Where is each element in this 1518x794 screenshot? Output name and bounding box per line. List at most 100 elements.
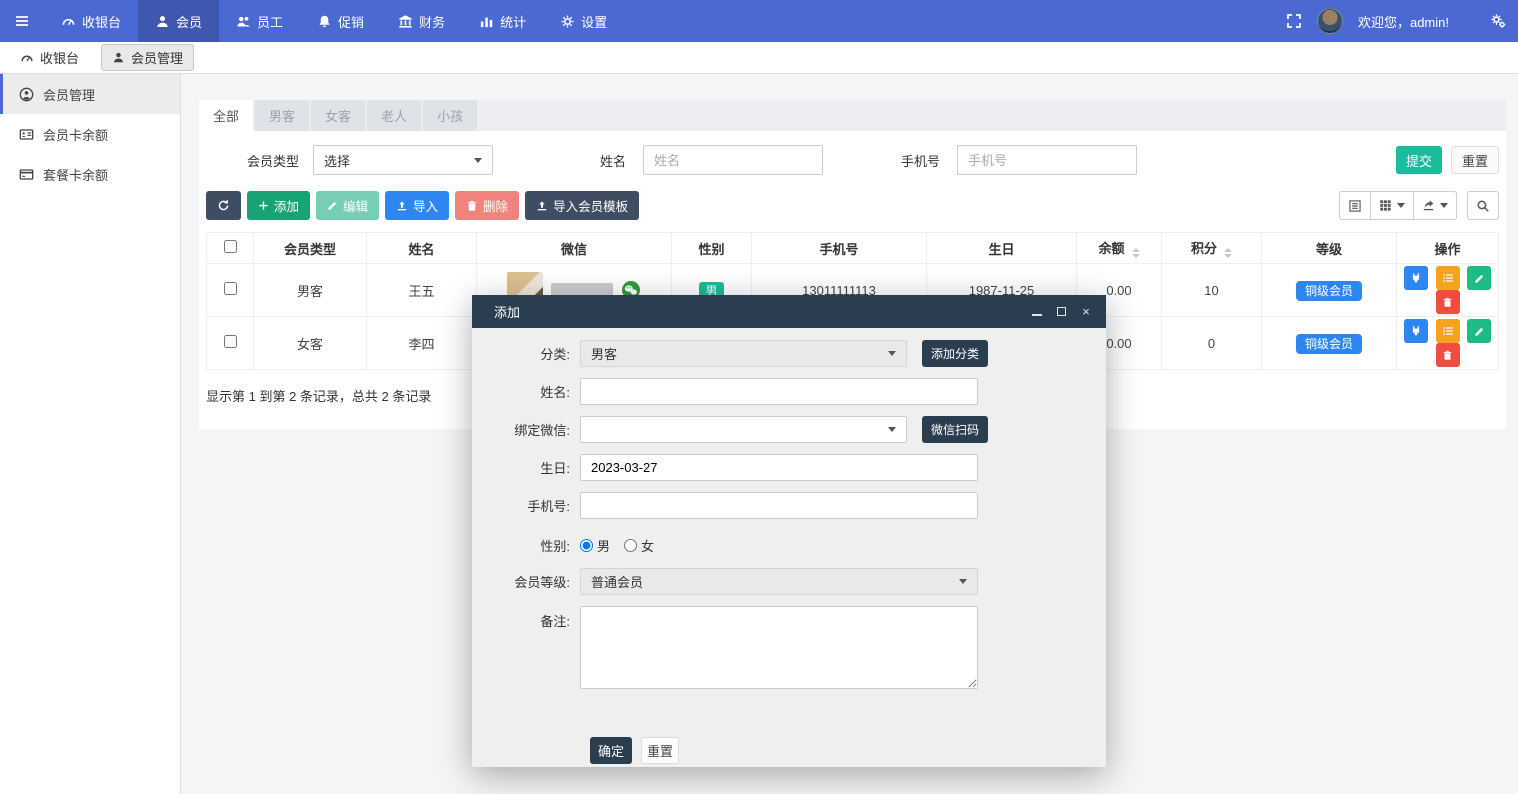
minimize-icon[interactable]: [1032, 308, 1042, 316]
confirm-button[interactable]: 确定: [590, 737, 632, 764]
gear-icon[interactable]: [1490, 13, 1506, 29]
welcome-text[interactable]: 欢迎您，admin!: [1358, 12, 1449, 31]
tab-cashier[interactable]: 收银台: [20, 48, 79, 67]
chevron-down-icon: [1397, 203, 1405, 208]
filter-form: 会员类型 选择 姓名 手机号 提交 重置: [206, 131, 1499, 175]
sidebar-item-package-card-balance[interactable]: 套餐卡余额: [0, 154, 180, 194]
row-checkbox[interactable]: [224, 282, 237, 295]
header-phone: 手机号: [752, 233, 927, 264]
plug-icon: [1410, 272, 1422, 284]
reset-button[interactable]: 重置: [1451, 146, 1499, 174]
member-tab-male[interactable]: 男客: [255, 100, 309, 131]
phone-filter-input[interactable]: [957, 145, 1137, 175]
row-checkbox[interactable]: [224, 335, 237, 348]
dialog-header[interactable]: 添加 ×: [472, 295, 1106, 328]
records-button[interactable]: [1436, 319, 1460, 343]
tab-label: 会员管理: [131, 48, 183, 67]
edit-button[interactable]: 编辑: [316, 191, 379, 220]
trash-icon: [1442, 350, 1453, 361]
nav-item-settings[interactable]: 设置: [543, 0, 624, 42]
nav-label: 统计: [500, 12, 526, 31]
header-balance[interactable]: 余额: [1077, 233, 1162, 264]
pagination-toggle-button[interactable]: [1339, 191, 1371, 220]
add-button[interactable]: 添加: [247, 191, 310, 220]
wechat-select[interactable]: [580, 416, 907, 443]
gauge-icon: [61, 14, 76, 29]
sidebar-item-label: 套餐卡余额: [43, 165, 108, 184]
plus-icon: [258, 200, 269, 211]
fullscreen-icon[interactable]: [1286, 13, 1302, 29]
import-button[interactable]: 导入: [385, 191, 449, 220]
phone-input[interactable]: [580, 492, 978, 519]
edit-row-button[interactable]: [1467, 319, 1491, 343]
chart-icon: [479, 14, 494, 29]
recharge-button[interactable]: [1404, 266, 1428, 290]
birthday-input[interactable]: [580, 454, 978, 481]
export-button[interactable]: [1414, 191, 1457, 220]
menu-toggle-button[interactable]: [0, 0, 44, 42]
member-tab-elder[interactable]: 老人: [367, 100, 421, 131]
gender-label: 性别:: [472, 536, 580, 555]
id-card-icon: [19, 127, 34, 142]
name-filter-input[interactable]: [643, 145, 823, 175]
columns-toggle-button[interactable]: [1371, 191, 1414, 220]
level-select[interactable]: 普通会员: [580, 568, 978, 595]
wechat-scan-button[interactable]: 微信扫码: [922, 416, 988, 443]
gender-female-radio[interactable]: 女: [624, 536, 654, 555]
table-toolbar: 添加 编辑 导入 删除 导入会员模板: [206, 191, 1499, 220]
sidebar-item-label: 会员管理: [43, 85, 95, 104]
nav-item-promotion[interactable]: 促销: [300, 0, 381, 42]
import-template-button[interactable]: 导入会员模板: [525, 191, 639, 220]
nav-item-cashier[interactable]: 收银台: [44, 0, 138, 42]
edit-row-button[interactable]: [1467, 266, 1491, 290]
member-tab-all[interactable]: 全部: [199, 100, 253, 131]
cell-name: 李四: [367, 317, 477, 370]
grid-icon: [1379, 199, 1392, 212]
close-icon[interactable]: ×: [1080, 306, 1092, 318]
nav-item-statistics[interactable]: 统计: [462, 0, 543, 42]
select-value: 男客: [591, 344, 617, 363]
gauge-icon: [20, 51, 34, 65]
nav-item-finance[interactable]: 财务: [381, 0, 462, 42]
cell-member-type: 女客: [254, 317, 367, 370]
remark-textarea[interactable]: [580, 606, 978, 689]
header-member-type: 会员类型: [254, 233, 367, 264]
header-select-all: [207, 233, 254, 264]
name-input[interactable]: [580, 378, 978, 405]
add-category-button[interactable]: 添加分类: [922, 340, 988, 367]
member-type-select[interactable]: 选择: [313, 145, 493, 175]
records-button[interactable]: [1436, 266, 1460, 290]
sidebar-item-label: 会员卡余额: [43, 125, 108, 144]
delete-row-button[interactable]: [1436, 290, 1460, 314]
bank-icon: [398, 14, 413, 29]
nav-label: 员工: [257, 12, 283, 31]
cell-level: 铜级会员: [1262, 317, 1397, 370]
nav-item-member[interactable]: 会员: [138, 0, 219, 42]
button-label: 添加: [274, 196, 299, 215]
recharge-button[interactable]: [1404, 319, 1428, 343]
select-all-checkbox[interactable]: [224, 240, 237, 253]
hamburger-icon: [14, 13, 30, 29]
pencil-icon: [327, 200, 338, 211]
user-avatar[interactable]: [1317, 8, 1343, 34]
delete-row-button[interactable]: [1436, 343, 1460, 367]
category-select[interactable]: 男客: [580, 340, 907, 367]
gender-male-radio[interactable]: 男: [580, 536, 610, 555]
tab-member-management[interactable]: 会员管理: [101, 44, 194, 71]
sidebar-item-member-management[interactable]: 会员管理: [0, 74, 180, 114]
refresh-button[interactable]: [206, 191, 241, 220]
search-toggle-button[interactable]: [1467, 191, 1499, 220]
filter-name-label: 姓名: [600, 151, 626, 170]
nav-label: 财务: [419, 12, 445, 31]
refresh-icon: [217, 199, 230, 212]
member-tab-female[interactable]: 女客: [311, 100, 365, 131]
maximize-icon[interactable]: [1057, 307, 1066, 316]
delete-button[interactable]: 删除: [455, 191, 519, 220]
nav-item-staff[interactable]: 员工: [219, 0, 300, 42]
header-points[interactable]: 积分: [1162, 233, 1262, 264]
cell-member-type: 男客: [254, 264, 367, 317]
sidebar-item-member-card-balance[interactable]: 会员卡余额: [0, 114, 180, 154]
submit-button[interactable]: 提交: [1396, 146, 1442, 174]
dialog-reset-button[interactable]: 重置: [641, 737, 679, 764]
member-tab-child[interactable]: 小孩: [423, 100, 477, 131]
